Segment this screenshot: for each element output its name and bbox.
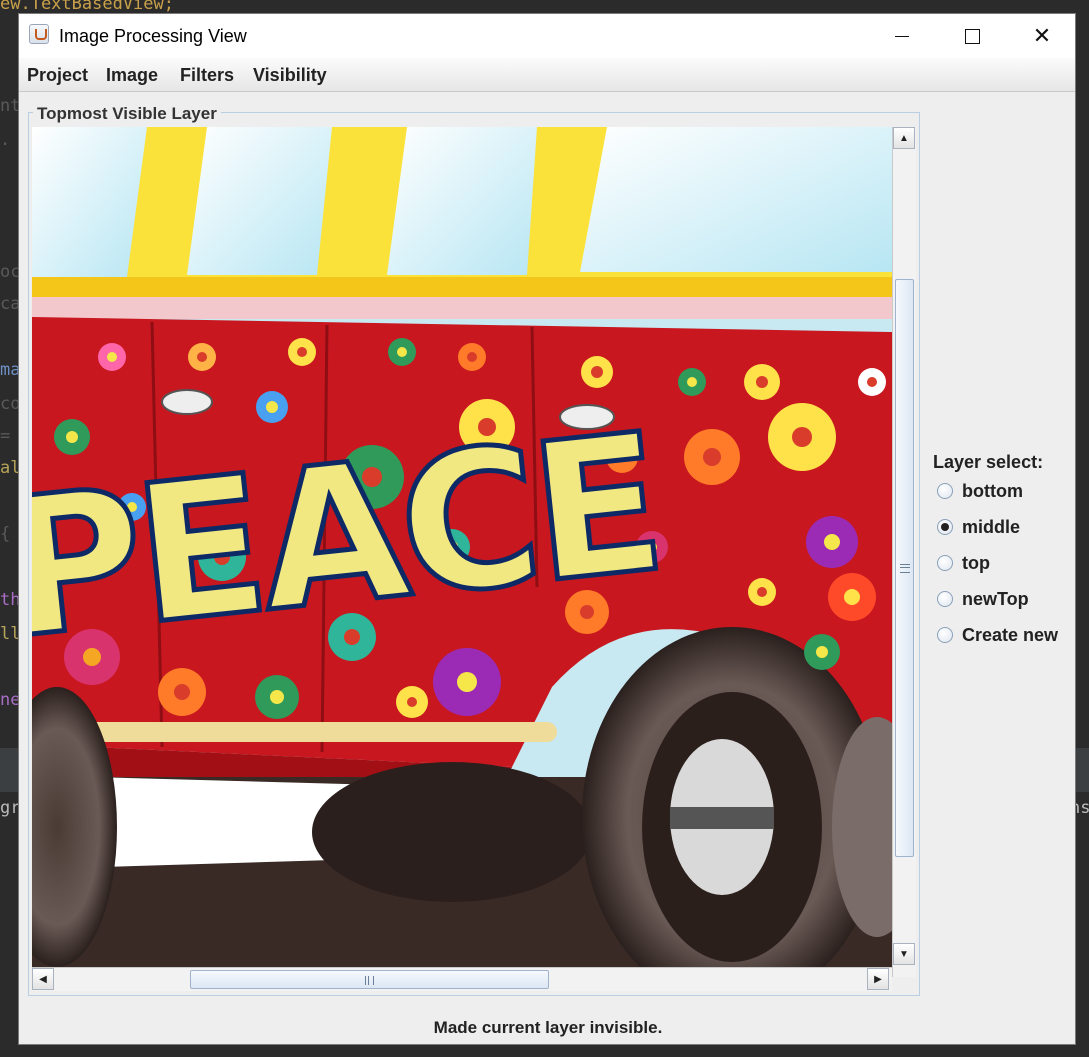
ide-code-fragment: . [0, 130, 11, 150]
layer-option-newtop[interactable]: newTop [937, 587, 1029, 611]
minimize-button[interactable] [867, 14, 937, 58]
menu-project[interactable]: Project [27, 65, 88, 86]
horizontal-scroll-thumb[interactable] [190, 970, 549, 989]
layer-option-middle[interactable]: middle [937, 515, 1020, 539]
layer-option-top[interactable]: top [937, 551, 990, 575]
close-button[interactable]: ✕ [1007, 14, 1077, 58]
right-arrow-icon: ▶ [874, 973, 882, 985]
vertical-scroll-thumb[interactable] [895, 279, 914, 857]
layer-option-bottom[interactable]: bottom [937, 479, 1023, 503]
ide-code-fragment: = [0, 426, 11, 446]
radio-create-new[interactable] [937, 627, 953, 643]
scroll-left-button[interactable]: ◀ [32, 968, 54, 990]
image-viewport[interactable]: PEACE [32, 127, 892, 967]
scroll-right-button[interactable]: ▶ [867, 968, 889, 990]
layer-image: PEACE [32, 127, 892, 967]
vertical-scrollbar[interactable]: ▲ ▼ [892, 127, 916, 977]
panel-title: Topmost Visible Layer [33, 104, 221, 124]
scroll-up-button[interactable]: ▲ [893, 127, 915, 149]
grip-icon [365, 976, 374, 985]
menu-filters[interactable]: Filters [180, 65, 234, 86]
horizontal-scrollbar[interactable]: ◀ ▶ [32, 967, 892, 991]
maximize-button[interactable] [937, 14, 1007, 58]
status-message: Made current layer invisible. [433, 1018, 663, 1037]
layer-option-create-new[interactable]: Create new [937, 623, 1058, 647]
ide-code-fragment: { [0, 524, 11, 544]
grip-icon [900, 564, 910, 573]
down-arrow-icon: ▼ [899, 948, 909, 960]
menu-visibility[interactable]: Visibility [253, 65, 327, 86]
window-title: Image Processing View [59, 26, 247, 46]
maximize-icon [964, 28, 980, 44]
minimize-icon [895, 35, 909, 37]
scroll-down-button[interactable]: ▼ [893, 943, 915, 965]
menu-bar: Project Image Filters Visibility [19, 58, 1075, 92]
layer-select-title: Layer select: [933, 452, 1044, 472]
java-cup-icon [29, 24, 49, 44]
menu-image[interactable]: Image [106, 65, 158, 86]
radio-middle[interactable] [937, 519, 953, 535]
radio-label: bottom [962, 480, 1023, 501]
radio-bottom[interactable] [937, 483, 953, 499]
ide-code-line: ew.TextBasedView; [0, 0, 174, 14]
app-window: Image Processing View ✕ Project Image Fi… [18, 13, 1076, 1045]
radio-top[interactable] [937, 555, 953, 571]
left-arrow-icon: ◀ [39, 973, 47, 985]
radio-label: newTop [962, 588, 1029, 609]
up-arrow-icon: ▲ [899, 132, 909, 144]
radio-newtop[interactable] [937, 591, 953, 607]
radio-label: middle [962, 516, 1021, 537]
radio-label: Create new [962, 624, 1059, 645]
radio-label: top [962, 552, 990, 573]
close-icon: ✕ [1032, 23, 1052, 48]
title-bar[interactable]: Image Processing View ✕ [19, 14, 1075, 58]
